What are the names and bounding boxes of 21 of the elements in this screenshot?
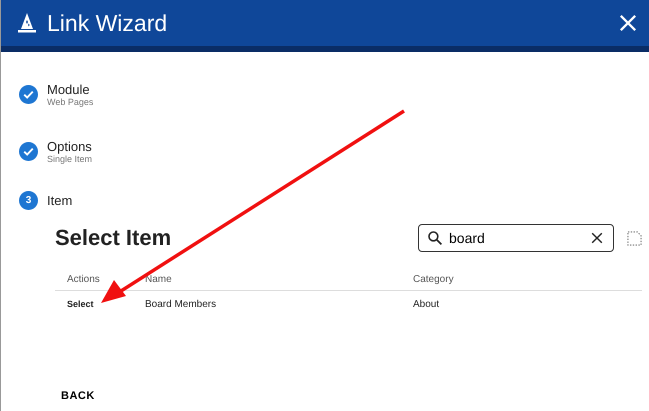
- column-header: Actions: [66, 274, 101, 284]
- column-header: Name: [145, 274, 173, 284]
- section-title: Select Item: [55, 225, 172, 251]
- step-sublabel: Web Pages: [47, 97, 94, 107]
- step-label: Module: [47, 82, 91, 97]
- step-label: Item: [47, 192, 72, 208]
- step-sublabel: Single Item: [47, 154, 92, 164]
- table-cell-text: Board Members: [145, 298, 218, 310]
- clear-icon[interactable]: [591, 232, 603, 244]
- column-header: Category: [413, 274, 454, 284]
- search-icon: [427, 230, 443, 246]
- close-icon[interactable]: [619, 14, 637, 32]
- select-link[interactable]: Select: [55, 299, 145, 309]
- window-title: Link Wizard: [47, 10, 168, 36]
- table-cell: About: [413, 298, 440, 310]
- back-button[interactable]: BACK: [59, 388, 97, 404]
- search-field[interactable]: board: [418, 224, 614, 252]
- step-label: Options: [47, 139, 92, 154]
- step-number: 3: [19, 190, 38, 210]
- selection-icon[interactable]: [627, 230, 642, 246]
- wizard-hat-icon: [17, 12, 37, 34]
